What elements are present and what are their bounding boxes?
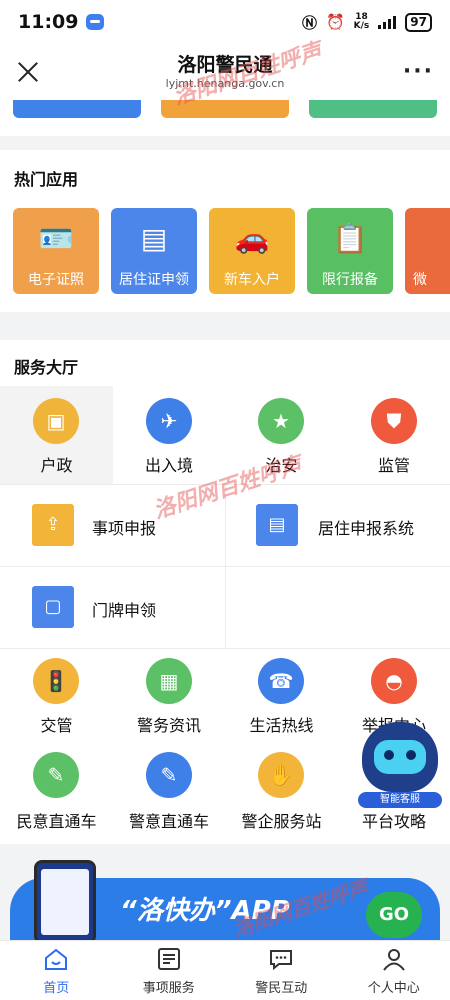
category-label: 户政 (40, 456, 73, 475)
banner-card[interactable] (309, 100, 437, 118)
category-entry-exit[interactable]: ✈ 出入境 (113, 386, 225, 484)
category-label: 监管 (377, 456, 410, 475)
network-speed: 18 K/s (354, 13, 370, 31)
phone-icon: ☎ (258, 658, 304, 704)
nfc-icon: Ⓝ (301, 13, 317, 32)
hot-app-residence-permit[interactable]: ▤ 居住证申领 (111, 208, 197, 294)
public-opinion-icon: ✎ (33, 752, 79, 798)
nav-item-profile[interactable]: 个人中心 (338, 941, 450, 1000)
category-supervision[interactable]: ⛊ 监管 (338, 386, 450, 484)
hot-app-e-license[interactable]: 🪪 电子证照 (13, 208, 99, 294)
service-police-news[interactable]: ▦ 警务资讯 (113, 658, 225, 744)
chat-bot-label: 智能客服 (358, 792, 442, 808)
plane-globe-icon: ✈ (146, 398, 192, 444)
category-label: 出入境 (144, 456, 193, 475)
sub-item-matter-declaration[interactable]: ⇪ 事项申报 (0, 485, 225, 566)
hot-app-label: 新车入户 (224, 272, 280, 288)
residence-card-icon: ▤ (140, 222, 168, 255)
sub-item-label: 门牌申领 (92, 601, 157, 620)
category-label: 治安 (265, 456, 298, 475)
promo-text: “洛快办”APP (120, 896, 290, 926)
service-label: 生活热线 (249, 716, 314, 735)
phone-illustration-icon (34, 860, 96, 944)
page-url: lyjmt.henanga.gov.cn (165, 77, 285, 90)
sub-item-label: 事项申报 (92, 519, 157, 538)
chat-bot-button[interactable]: 智能客服 (358, 722, 442, 812)
handshake-icon: ✋ (258, 752, 304, 798)
home-icon (45, 948, 68, 970)
page-title: 洛阳警民通 (177, 54, 273, 76)
user-icon (382, 949, 405, 971)
divider (0, 648, 450, 649)
service-enterprise-station[interactable]: ✋ 警企服务站 (225, 752, 338, 838)
status-time: 11:09 (18, 11, 79, 33)
nav-item-home[interactable]: 首页 (0, 941, 113, 1000)
banner-card[interactable] (13, 100, 141, 118)
banner-card[interactable] (161, 100, 289, 118)
service-label: 警意直通车 (128, 812, 209, 831)
hot-app-label: 限行报备 (322, 272, 378, 288)
signal-icon (378, 15, 397, 29)
hot-apps-section: 热门应用 🪪 电子证照 ▤ 居住证申领 🚗 新车入户 📋 限行报备 微 (0, 150, 450, 312)
nav-label: 个人中心 (367, 981, 420, 996)
traffic-light-icon: 🚦 (33, 658, 79, 704)
hot-app-travel-report[interactable]: 📋 限行报备 (307, 208, 393, 294)
nav-item-services[interactable]: 事项服务 (113, 941, 226, 1000)
service-hotline[interactable]: ☎ 生活热线 (225, 658, 338, 744)
hot-app-partial[interactable]: 微 (405, 208, 450, 294)
message-notification-icon (86, 14, 105, 30)
hot-apps-list: 🪪 电子证照 ▤ 居住证申领 🚗 新车入户 📋 限行报备 微 (13, 208, 450, 294)
sub-item-label: 居住申报系统 (318, 519, 415, 538)
service-label: 交管 (40, 716, 73, 735)
sub-item-residence-system[interactable]: ▤ 居住申报系统 (226, 485, 450, 566)
door-plate-icon: ▢ (32, 586, 74, 628)
title-bar: 洛阳警民通 lyjmt.henanga.gov.cn ··· (0, 44, 450, 100)
battery-indicator: 97 (405, 12, 432, 32)
service-public-opinion[interactable]: ✎ 民意直通车 (0, 752, 113, 838)
service-list-icon (157, 948, 180, 970)
nav-label: 警民互动 (255, 981, 308, 996)
hot-app-label: 电子证照 (28, 272, 84, 288)
service-label: 警务资讯 (136, 716, 201, 735)
alarm-icon: ⏰ (325, 13, 345, 31)
clipboard-icon: 📋 (332, 222, 368, 255)
alarm-light-icon: ◓ (371, 658, 417, 704)
status-icons: Ⓝ ⏰ 18 K/s 97 (302, 12, 432, 33)
nav-item-interaction[interactable]: 警民互动 (225, 941, 338, 1000)
nav-label: 首页 (43, 981, 70, 996)
newspaper-icon: ▦ (146, 658, 192, 704)
service-police-opinion[interactable]: ✎ 警意直通车 (113, 752, 225, 838)
hot-app-label: 微 (413, 272, 427, 288)
service-hall-title: 服务大厅 (14, 358, 79, 377)
network-speed-unit: K/s (353, 21, 370, 31)
id-card-icon: 🪪 (38, 222, 74, 255)
nav-label: 事项服务 (142, 981, 195, 996)
hot-app-new-car[interactable]: 🚗 新车入户 (209, 208, 295, 294)
service-label: 民意直通车 (16, 812, 97, 831)
hot-apps-title: 热门应用 (14, 170, 79, 189)
sub-item-door-plate[interactable]: ▢ 门牌申领 (0, 567, 225, 648)
car-icon: 🚗 (234, 222, 270, 255)
chat-icon (270, 950, 293, 971)
category-public-security[interactable]: ★ 治安 (225, 386, 338, 484)
document-upload-icon: ⇪ (32, 504, 74, 546)
robot-icon (362, 722, 438, 792)
police-opinion-icon: ✎ (146, 752, 192, 798)
service-label: 警企服务站 (241, 812, 322, 831)
bottom-nav: 首页 事项服务 警民互动 个人中心 (0, 940, 450, 1000)
household-icon: ▣ (33, 398, 79, 444)
banner-strip (0, 100, 450, 136)
category-household[interactable]: ▣ 户政 (0, 386, 113, 484)
hot-app-label: 居住证申领 (119, 272, 189, 288)
status-bar: 11:09 Ⓝ ⏰ 18 K/s 97 (0, 0, 450, 44)
residence-card-icon: ▤ (256, 504, 298, 546)
promo-go-button[interactable]: GO (366, 892, 422, 938)
police-badge-icon: ★ (258, 398, 304, 444)
shield-icon: ⛊ (371, 398, 417, 444)
service-traffic[interactable]: 🚦 交管 (0, 658, 113, 744)
more-options-icon[interactable]: ··· (403, 61, 434, 83)
